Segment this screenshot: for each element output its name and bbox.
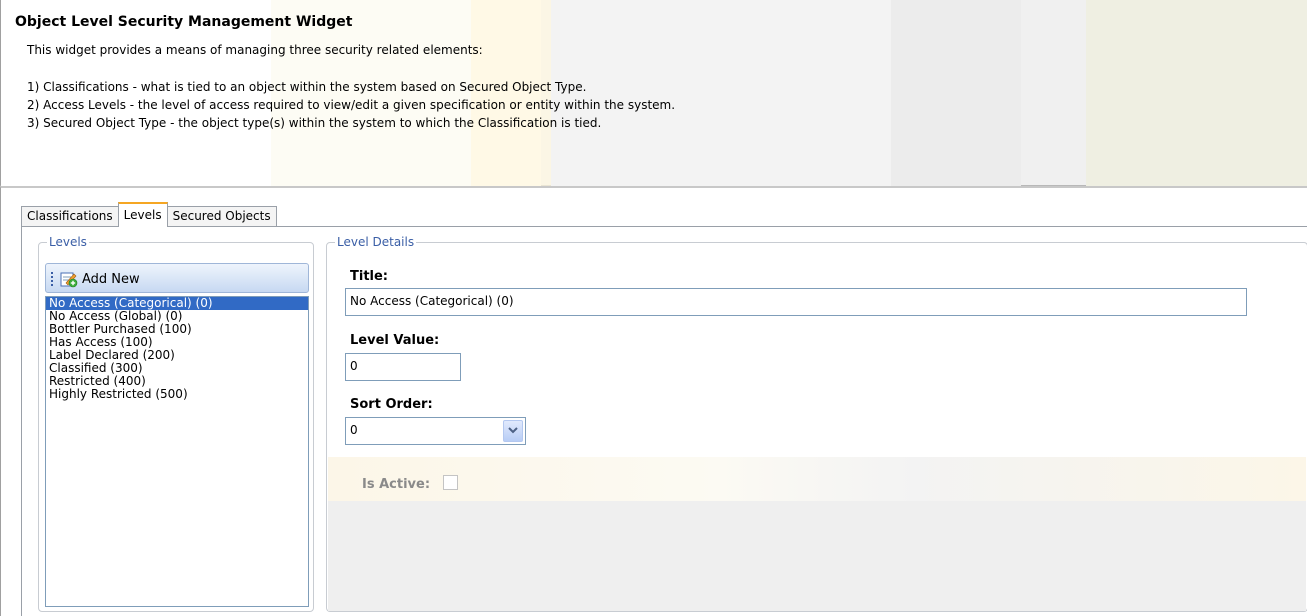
level-details-legend: Level Details: [335, 235, 417, 249]
level-value-field[interactable]: 0: [345, 353, 461, 381]
is-active-label: Is Active:: [362, 477, 431, 492]
widget-header: Object Level Security Management Widget …: [0, 0, 1307, 186]
sort-order-label: Sort Order:: [350, 397, 433, 412]
sort-order-value: 0: [350, 423, 358, 437]
levels-toolbar: Add New: [45, 263, 309, 293]
level-details-group: Level Details Title: No Access (Categori…: [326, 235, 1307, 612]
add-new-button[interactable]: Add New: [60, 269, 140, 289]
levels-tab-panel: Levels Add New No Access (Categorical) (…: [21, 226, 1307, 616]
title-label: Title:: [350, 269, 389, 284]
level-value-label: Level Value:: [350, 333, 440, 348]
description-item-1: 1) Classifications - what is tied to an …: [27, 80, 587, 94]
is-active-checkbox[interactable]: [443, 475, 458, 490]
description-item-3: 3) Secured Object Type - the object type…: [27, 116, 602, 130]
details-background: [328, 457, 1306, 611]
description-item-2: 2) Access Levels - the level of access r…: [27, 98, 676, 112]
tab-secured-objects[interactable]: Secured Objects: [166, 206, 277, 227]
toolbar-grip[interactable]: [51, 272, 53, 286]
tab-classifications[interactable]: Classifications: [21, 206, 119, 227]
title-field[interactable]: No Access (Categorical) (0): [345, 288, 1247, 316]
levels-listbox[interactable]: No Access (Categorical) (0) No Access (G…: [45, 296, 309, 607]
add-new-icon: [60, 271, 78, 288]
levels-group: Levels Add New No Access (Categorical) (…: [38, 235, 314, 612]
sort-order-select[interactable]: 0: [345, 417, 526, 445]
widget-intro: This widget provides a means of managing…: [27, 43, 483, 57]
list-item[interactable]: Highly Restricted (500): [46, 388, 308, 401]
widget-title: Object Level Security Management Widget: [15, 14, 353, 30]
tab-levels[interactable]: Levels: [117, 202, 168, 227]
levels-group-legend: Levels: [47, 235, 89, 249]
tab-strip: Classifications Levels Secured Objects: [21, 202, 277, 227]
chevron-down-icon[interactable]: [503, 420, 523, 442]
management-area: Classifications Levels Secured Objects L…: [0, 186, 1307, 616]
add-new-label: Add New: [82, 271, 140, 287]
